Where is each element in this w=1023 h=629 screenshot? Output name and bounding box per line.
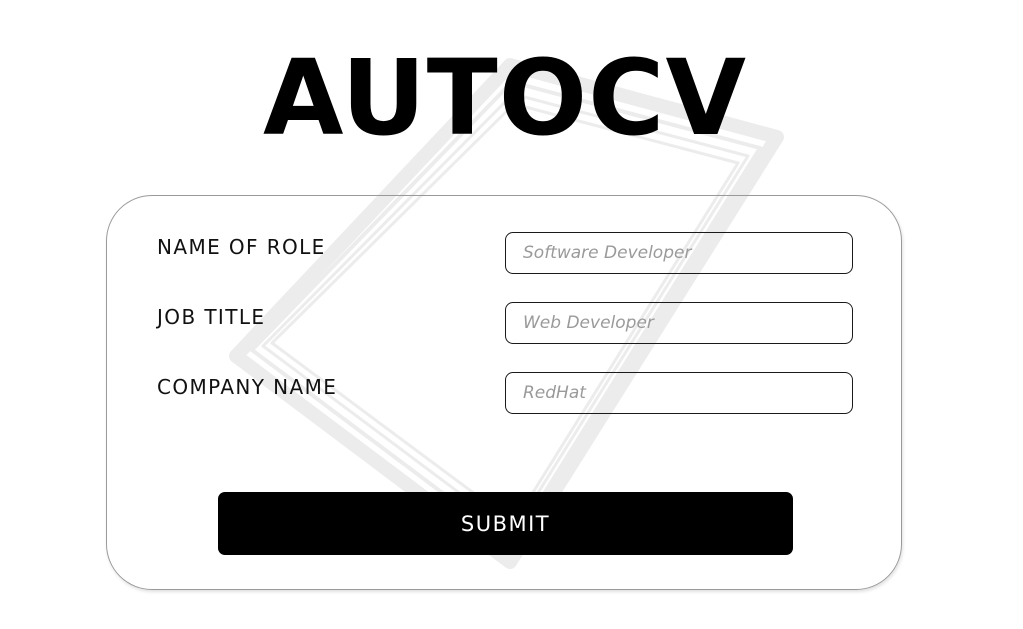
company-name-label: COMPANY NAME — [157, 375, 338, 399]
company-name-input[interactable] — [505, 372, 853, 414]
app-title: AUTOCV — [263, 37, 747, 159]
name-of-role-input[interactable] — [505, 232, 853, 274]
submit-button[interactable]: SUBMIT — [218, 492, 793, 555]
job-title-label: JOB TITLE — [157, 305, 266, 329]
job-title-input[interactable] — [505, 302, 853, 344]
name-of-role-label: NAME OF ROLE — [157, 235, 326, 259]
